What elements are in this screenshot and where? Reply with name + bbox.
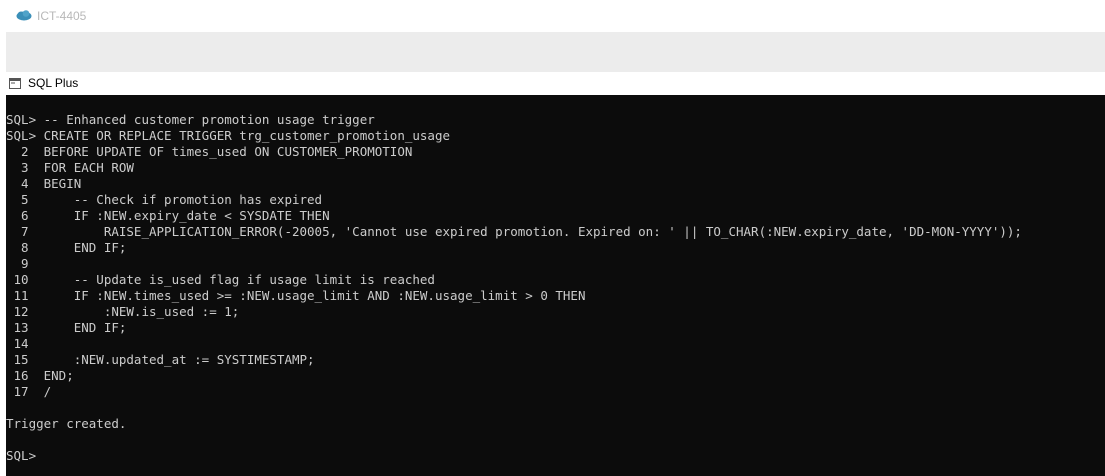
- console-line: 10 -- Update is_used flag if usage limit…: [6, 272, 435, 287]
- remote-session-bar: ICT-4405: [0, 0, 1105, 32]
- console-line: 7 RAISE_APPLICATION_ERROR(-20005, 'Canno…: [6, 224, 1022, 239]
- cloud-icon: [16, 10, 32, 21]
- console-line: 11 IF :NEW.times_used >= :NEW.usage_limi…: [6, 288, 586, 303]
- console-line: SQL> CREATE OR REPLACE TRIGGER trg_custo…: [6, 128, 451, 143]
- console-line: 13 END IF;: [6, 320, 127, 335]
- console-line: 5 -- Check if promotion has expired: [6, 192, 323, 207]
- sql-plus-console[interactable]: SQL> -- Enhanced customer promotion usag…: [6, 95, 1105, 476]
- console-line: 12 :NEW.is_used := 1;: [6, 304, 240, 319]
- console-line: 4 BEGIN: [6, 176, 82, 191]
- toolbar-strip: [6, 32, 1105, 72]
- console-line: 2 BEFORE UPDATE OF times_used ON CUSTOME…: [6, 144, 413, 159]
- console-line: 16 END;: [6, 368, 74, 383]
- console-line: Trigger created.: [6, 416, 127, 431]
- console-line: 14: [6, 336, 29, 351]
- window-titlebar[interactable]: SQL Plus: [6, 72, 1105, 95]
- console-line: 3 FOR EACH ROW: [6, 160, 134, 175]
- window-title: SQL Plus: [28, 76, 79, 90]
- console-line: 9: [6, 256, 29, 271]
- session-title: ICT-4405: [37, 9, 87, 23]
- console-window-icon: [9, 78, 21, 89]
- console-line: 17 /: [6, 384, 52, 399]
- console-line: 8 END IF;: [6, 240, 127, 255]
- console-line: SQL> -- Enhanced customer promotion usag…: [6, 112, 375, 127]
- console-line: 15 :NEW.updated_at := SYSTIMESTAMP;: [6, 352, 315, 367]
- console-line: SQL>: [6, 448, 37, 463]
- console-line: 6 IF :NEW.expiry_date < SYSDATE THEN: [6, 208, 330, 223]
